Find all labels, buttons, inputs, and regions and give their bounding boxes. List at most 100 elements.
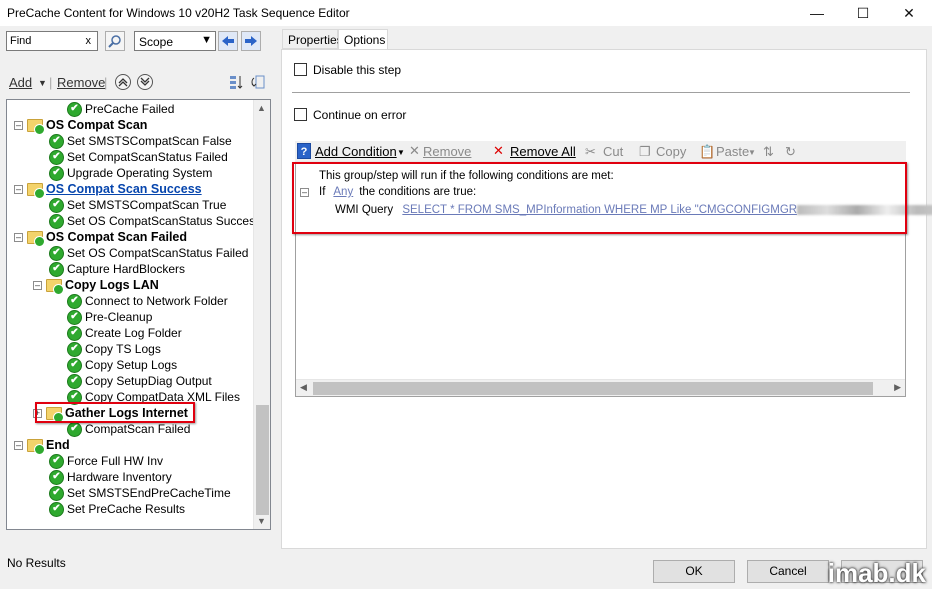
collapse-icon[interactable]: – [14, 440, 23, 450]
tree-item-label: Set SMSTSCompatScan True [67, 198, 227, 212]
minimize-icon[interactable]: — [794, 0, 840, 26]
clear-find-button[interactable]: x [86, 35, 92, 47]
folder-icon [27, 118, 45, 135]
refresh-icon[interactable] [250, 74, 266, 93]
success-check-icon: ✔ [49, 261, 64, 277]
tab-properties[interactable]: Properties [282, 29, 343, 49]
chevron-down-icon[interactable]: ▼ [38, 78, 47, 88]
continue-on-error-label: Continue on error [313, 108, 407, 122]
paste-button[interactable]: Paste [716, 144, 749, 159]
continue-on-error-checkbox[interactable] [294, 108, 307, 121]
success-check-icon: ✔ [49, 133, 64, 149]
folder-icon [27, 438, 45, 455]
tree-item[interactable]: ✔ Hardware Inventory [49, 469, 172, 485]
collapse-icon[interactable]: – [14, 120, 23, 130]
tree-item[interactable]: ✔ Copy Setup Logs [67, 357, 177, 373]
success-check-icon: ✔ [49, 197, 64, 213]
scroll-left-icon[interactable]: ◀ [300, 382, 307, 393]
remove-condition-button[interactable]: Remove [423, 144, 471, 159]
tree-scrollbar[interactable]: ▲ ▼ [253, 100, 270, 529]
toolbar-divider: | [49, 75, 53, 90]
highlight-box-conditions [292, 162, 907, 234]
tree-item[interactable]: ✔ Copy SetupDiag Output [67, 373, 212, 389]
scope-value: Scope [139, 35, 174, 49]
divider [292, 92, 910, 93]
tree-item[interactable]: – OS Compat Scan Failed [14, 229, 187, 247]
collapse-icon[interactable]: – [14, 184, 23, 194]
toolbar-divider: | [104, 75, 108, 90]
move-up-icon[interactable] [114, 73, 132, 94]
success-check-icon: ✔ [49, 501, 64, 517]
tree-item[interactable]: ✔ Set SMSTSEndPreCacheTime [49, 485, 231, 501]
copy-button[interactable]: Copy [656, 144, 686, 159]
tree-item[interactable]: ✔ Set OS CompatScanStatus Failed [49, 245, 248, 261]
tree-item[interactable]: ✔ Pre-Cleanup [67, 309, 152, 325]
ok-button[interactable]: OK [653, 560, 735, 583]
tree-item[interactable]: ✔ Set CompatScanStatus Failed [49, 149, 228, 165]
tree-item[interactable]: ✔ Set PreCache Results [49, 501, 185, 517]
tree-item[interactable]: ✔ Force Full HW Inv [49, 453, 163, 469]
next-arrow-icon[interactable] [241, 31, 261, 51]
scroll-right-icon[interactable]: ▶ [894, 382, 901, 393]
remove-button[interactable]: Remove [57, 75, 105, 90]
tree-item-label: Set OS CompatScanStatus Success [67, 214, 262, 228]
tree-item[interactable]: ✔ Capture HardBlockers [49, 261, 185, 277]
success-check-icon: ✔ [67, 421, 82, 437]
success-check-icon: ✔ [67, 357, 82, 373]
scope-dropdown[interactable]: Scope ▼ [134, 31, 216, 51]
refresh-icon[interactable]: ↻ [785, 144, 796, 160]
maximize-icon[interactable]: ☐ [840, 0, 886, 26]
tree-item[interactable]: ✔ Set OS CompatScanStatus Success [49, 213, 261, 229]
tree-item[interactable]: – Copy Logs LAN [33, 277, 159, 295]
cancel-button[interactable]: Cancel [747, 560, 829, 583]
tree-item[interactable]: ✔ Connect to Network Folder [67, 293, 228, 309]
tree-item[interactable]: ✔ PreCache Failed [67, 101, 174, 117]
tree-item[interactable]: ✔ CompatScan Failed [67, 421, 190, 437]
tree-item[interactable]: ✔ Copy TS Logs [67, 341, 161, 357]
conditions-hscrollbar[interactable]: ◀ ▶ [296, 379, 905, 396]
previous-arrow-icon[interactable] [218, 31, 238, 51]
tree-item[interactable]: – End [14, 437, 70, 455]
copy-icon: ❐ [639, 144, 651, 159]
tree-item-label: Copy Setup Logs [85, 358, 178, 372]
success-check-icon: ✔ [67, 309, 82, 325]
chevron-down-icon[interactable]: ▼ [748, 148, 756, 157]
add-button[interactable]: Add [9, 75, 32, 90]
tab-options[interactable]: Options [338, 29, 388, 50]
folder-icon [27, 230, 45, 247]
tree-item-label: Set PreCache Results [67, 502, 186, 516]
success-check-icon: ✔ [67, 325, 82, 341]
chevron-down-icon[interactable]: ▼ [397, 148, 405, 157]
scrollbar-thumb[interactable] [256, 405, 269, 515]
scroll-down-icon[interactable]: ▼ [257, 516, 266, 526]
collapse-icon[interactable]: – [14, 232, 23, 242]
remove-all-button[interactable]: Remove All [510, 144, 576, 159]
add-condition-button[interactable]: Add Condition [315, 144, 397, 159]
tree-item[interactable]: – OS Compat Scan Success [14, 181, 202, 199]
close-icon[interactable]: ✕ [886, 0, 932, 26]
find-input[interactable]: Find x [6, 31, 98, 51]
tree-item[interactable]: ✔ Upgrade Operating System [49, 165, 212, 181]
disable-step-checkbox[interactable] [294, 63, 307, 76]
success-check-icon: ✔ [67, 373, 82, 389]
scroll-up-icon[interactable]: ▲ [257, 103, 266, 113]
tree-item-label: PreCache Failed [85, 102, 175, 116]
tree-item[interactable]: – OS Compat Scan [14, 117, 148, 135]
tree-item[interactable]: ✔ Set SMSTSCompatScan True [49, 197, 226, 213]
success-check-icon: ✔ [49, 485, 64, 501]
tree-item[interactable]: ✔ Create Log Folder [67, 325, 182, 341]
move-down-icon[interactable] [136, 73, 154, 94]
cut-icon: ✂ [585, 144, 596, 159]
tree-item-label: Force Full HW Inv [67, 454, 164, 468]
tree-item-label: Set OS CompatScanStatus Failed [67, 246, 249, 260]
tree-item[interactable]: ✔ Set SMSTSCompatScan False [49, 133, 232, 149]
cut-button[interactable]: Cut [603, 144, 623, 159]
task-sequence-tree[interactable]: ✔ PreCache Failed – OS Compat Scan ✔ Set SMST… [6, 99, 271, 530]
sort-icon[interactable]: ⇅ [763, 144, 774, 160]
sort-icon[interactable] [228, 74, 244, 93]
tree-item-label: OS Compat Scan [46, 118, 148, 132]
condition-toolbar: ? Add Condition ▼ ✕ Remove ✕ Remove All … [295, 141, 906, 163]
search-icon[interactable] [105, 31, 125, 51]
scrollbar-thumb[interactable] [313, 382, 873, 395]
collapse-icon[interactable]: – [33, 280, 42, 290]
